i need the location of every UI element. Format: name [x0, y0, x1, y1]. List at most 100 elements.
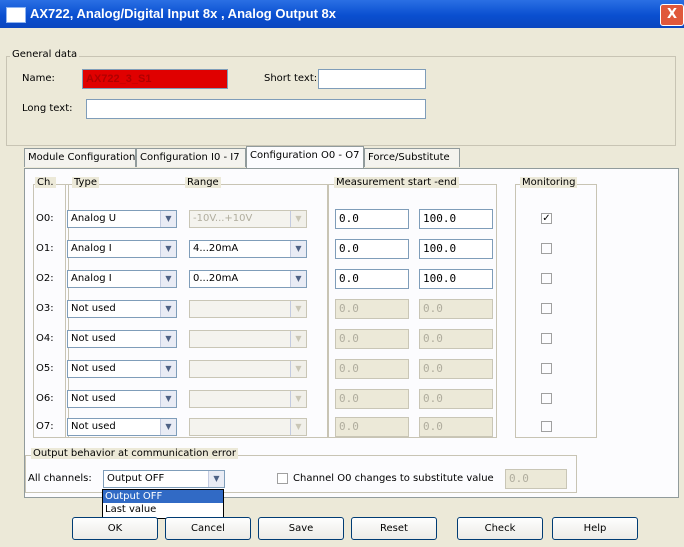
chevron-down-icon[interactable]: ▼ — [160, 331, 176, 347]
range-select-o4[interactable]: ▼ — [189, 330, 307, 348]
output-behavior-title: Output behavior at communication error — [31, 448, 238, 459]
channel-label-o5: O5: — [36, 363, 54, 374]
measure-start-o7[interactable]: 0.0 — [335, 417, 409, 437]
range-select-o7[interactable]: ▼ — [189, 418, 307, 436]
measure-start-o0[interactable]: 0.0 — [335, 209, 409, 229]
channel-label-o0: O0: — [36, 213, 54, 224]
tab-module-configuration[interactable]: Module Configuration — [24, 148, 136, 167]
type-select-o4[interactable]: Not used ▼ — [67, 330, 177, 348]
type-select-o1[interactable]: Analog I ▼ — [67, 240, 177, 258]
chevron-down-icon[interactable]: ▼ — [160, 241, 176, 257]
chevron-down-icon[interactable]: ▼ — [160, 361, 176, 377]
chevron-down-icon[interactable]: ▼ — [290, 271, 306, 287]
measure-start-o4[interactable]: 0.0 — [335, 329, 409, 349]
chevron-down-icon[interactable]: ▼ — [160, 419, 176, 435]
chevron-down-icon[interactable]: ▼ — [160, 211, 176, 227]
col-range: Range — [185, 177, 221, 188]
measure-end-o2[interactable]: 100.0 — [419, 269, 493, 289]
substitute-checkbox[interactable] — [277, 473, 288, 484]
type-select-o5[interactable]: Not used ▼ — [67, 360, 177, 378]
range-select-o2[interactable]: 0...20mA ▼ — [189, 270, 307, 288]
measure-end-o6[interactable]: 0.0 — [419, 389, 493, 409]
channel-label-o2: O2: — [36, 273, 54, 284]
app-window-icon — [6, 7, 26, 23]
window-title: AX722, Analog/Digital Input 8x , Analog … — [30, 6, 337, 21]
measure-end-o0[interactable]: 100.0 — [419, 209, 493, 229]
monitoring-checkbox-o5[interactable] — [541, 363, 552, 374]
dropdown-option-last-value[interactable]: Last value — [103, 503, 223, 516]
ok-button[interactable]: OK — [72, 517, 158, 540]
chevron-down-icon[interactable]: ▼ — [290, 331, 306, 347]
channel-label-o3: O3: — [36, 303, 54, 314]
monitoring-group — [515, 184, 597, 438]
chevron-down-icon[interactable]: ▼ — [290, 419, 306, 435]
range-select-o3[interactable]: ▼ — [189, 300, 307, 318]
chevron-down-icon[interactable]: ▼ — [290, 361, 306, 377]
monitoring-checkbox-o2[interactable] — [541, 273, 552, 284]
channel-label-o4: O4: — [36, 333, 54, 344]
measure-start-o1[interactable]: 0.0 — [335, 239, 409, 259]
chevron-down-icon[interactable]: ▼ — [290, 241, 306, 257]
all-channels-dropdown-list: Output OFF Last value — [102, 489, 224, 519]
reset-button[interactable]: Reset — [351, 517, 437, 540]
range-select-o5[interactable]: ▼ — [189, 360, 307, 378]
short-text-input[interactable] — [318, 69, 426, 89]
general-data-title: General data — [10, 49, 80, 60]
tab-force-substitute[interactable]: Force/Substitute — [364, 148, 460, 167]
measure-end-o7[interactable]: 0.0 — [419, 417, 493, 437]
long-text-input[interactable] — [86, 99, 426, 119]
monitoring-checkbox-o7[interactable] — [541, 421, 552, 432]
dialog-window: AX722, Analog/Digital Input 8x , Analog … — [0, 0, 684, 547]
cancel-button[interactable]: Cancel — [165, 517, 251, 540]
chevron-down-icon[interactable]: ▼ — [290, 211, 306, 227]
measure-start-o5[interactable]: 0.0 — [335, 359, 409, 379]
measure-end-o3[interactable]: 0.0 — [419, 299, 493, 319]
substitute-value-input[interactable]: 0.0 — [505, 469, 567, 489]
close-icon[interactable]: X — [660, 4, 684, 26]
chevron-down-icon[interactable]: ▼ — [208, 471, 224, 487]
chevron-down-icon[interactable]: ▼ — [290, 391, 306, 407]
type-select-o2[interactable]: Analog I ▼ — [67, 270, 177, 288]
long-text-label: Long text: — [22, 103, 73, 114]
chevron-down-icon[interactable]: ▼ — [290, 301, 306, 317]
col-monitoring: Monitoring — [520, 177, 578, 188]
measure-end-o5[interactable]: 0.0 — [419, 359, 493, 379]
name-input[interactable]: AX722_3_S1 — [82, 69, 228, 89]
channel-label-o1: O1: — [36, 243, 54, 254]
measure-start-o3[interactable]: 0.0 — [335, 299, 409, 319]
measure-end-o1[interactable]: 100.0 — [419, 239, 493, 259]
measure-start-o6[interactable]: 0.0 — [335, 389, 409, 409]
type-select-o3[interactable]: Not used ▼ — [67, 300, 177, 318]
type-select-o6[interactable]: Not used ▼ — [67, 390, 177, 408]
range-select-o1[interactable]: 4...20mA ▼ — [189, 240, 307, 258]
all-channels-select[interactable]: Output OFF ▼ — [103, 470, 225, 488]
chevron-down-icon[interactable]: ▼ — [160, 271, 176, 287]
monitoring-checkbox-o1[interactable] — [541, 243, 552, 254]
chevron-down-icon[interactable]: ▼ — [160, 391, 176, 407]
dropdown-option-output-off[interactable]: Output OFF — [103, 490, 223, 503]
range-select-o0[interactable]: -10V...+10V ▼ — [189, 210, 307, 228]
save-button[interactable]: Save — [258, 517, 344, 540]
help-button[interactable]: Help — [552, 517, 638, 540]
name-label: Name: — [22, 73, 55, 84]
monitoring-checkbox-o6[interactable] — [541, 393, 552, 404]
measure-end-o4[interactable]: 0.0 — [419, 329, 493, 349]
range-select-o6[interactable]: ▼ — [189, 390, 307, 408]
outputs-panel: Ch. Type Range Measurement start -end Mo… — [24, 168, 679, 498]
channel-label-o6: O6: — [36, 393, 54, 404]
monitoring-checkbox-o3[interactable] — [541, 303, 552, 314]
substitute-label: Channel O0 changes to substitute value — [293, 473, 494, 484]
channel-label-o7: O7: — [36, 421, 54, 432]
tab-configuration-outputs[interactable]: Configuration O0 - O7 — [246, 146, 364, 168]
monitoring-checkbox-o4[interactable] — [541, 333, 552, 344]
measure-start-o2[interactable]: 0.0 — [335, 269, 409, 289]
type-select-o0[interactable]: Analog U ▼ — [67, 210, 177, 228]
title-bar: AX722, Analog/Digital Input 8x , Analog … — [0, 0, 684, 28]
short-text-label: Short text: — [264, 73, 318, 84]
col-ch: Ch. — [35, 177, 56, 188]
type-select-o7[interactable]: Not used ▼ — [67, 418, 177, 436]
monitoring-checkbox-o0[interactable]: ✓ — [541, 213, 552, 224]
tab-configuration-inputs[interactable]: Configuration I0 - I7 — [136, 148, 246, 167]
check-button[interactable]: Check — [457, 517, 543, 540]
chevron-down-icon[interactable]: ▼ — [160, 301, 176, 317]
